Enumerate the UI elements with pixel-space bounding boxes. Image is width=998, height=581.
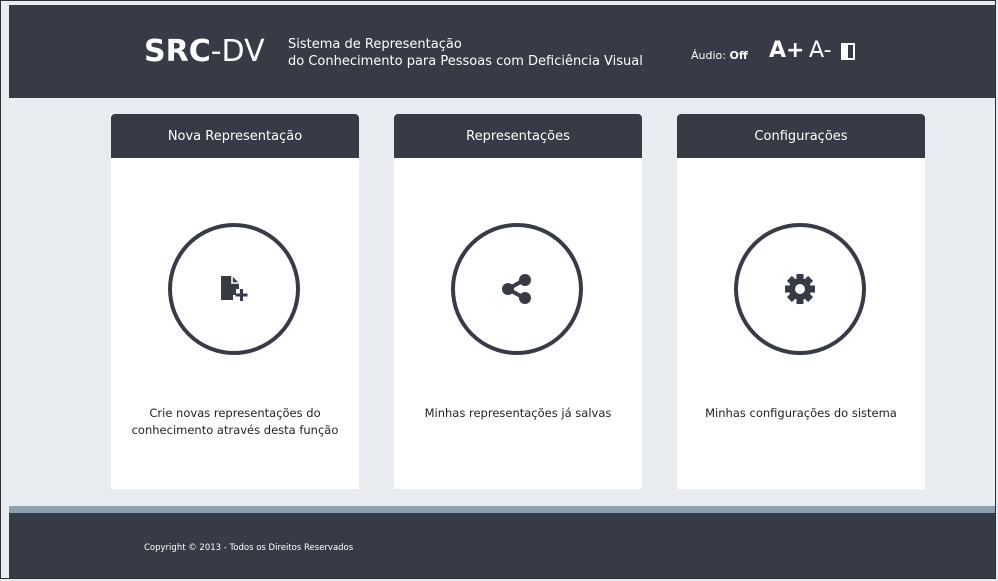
card-representacoes[interactable]: Representações Minhas representações já … [394,114,642,489]
logo-bold: SRC [144,34,211,69]
share-button[interactable] [451,223,583,355]
tagline: Sistema de Representação do Conhecimento… [288,36,643,70]
tagline-line2: do Conhecimento para Pessoas com Deficiê… [288,54,643,69]
new-file-button[interactable] [168,223,300,355]
logo-thin: -DV [210,34,265,69]
card-title: Nova Representação [111,114,359,158]
card-title: Representações [394,114,642,158]
app-frame: SRC-DV Sistema de Representação do Conhe… [0,0,996,579]
logo[interactable]: SRC-DV [144,36,265,68]
contrast-icon[interactable] [841,43,855,60]
font-increase-button[interactable]: A+ [769,39,804,63]
footer-divider [9,506,995,513]
audio-label: Áudio: [691,49,726,62]
footer: Copyright © 2013 - Todos os Direitos Res… [9,513,995,578]
card-description: Minhas configurações do sistema [705,406,897,420]
copyright: Copyright © 2013 - Todos os Direitos Res… [144,543,354,553]
card-description: Crie novas representações do conheciment… [131,406,339,437]
share-icon [502,274,531,304]
card-nova-representacao[interactable]: Nova Representação Crie novas representa… [111,114,359,489]
card-title: Configurações [677,114,925,158]
header: SRC-DV Sistema de Representação do Conhe… [9,5,995,98]
audio-state: Off [729,49,748,62]
audio-toggle[interactable]: Áudio: Off [691,49,748,62]
card-configuracoes[interactable]: Configurações Minhas configurações do si… [677,114,925,489]
settings-button[interactable] [734,223,866,355]
card-description: Minhas representações já salvas [424,406,612,420]
tagline-line1: Sistema de Representação [288,37,462,52]
new-file-icon [221,276,248,301]
font-decrease-button[interactable]: A- [809,39,832,63]
gear-icon [785,274,815,304]
